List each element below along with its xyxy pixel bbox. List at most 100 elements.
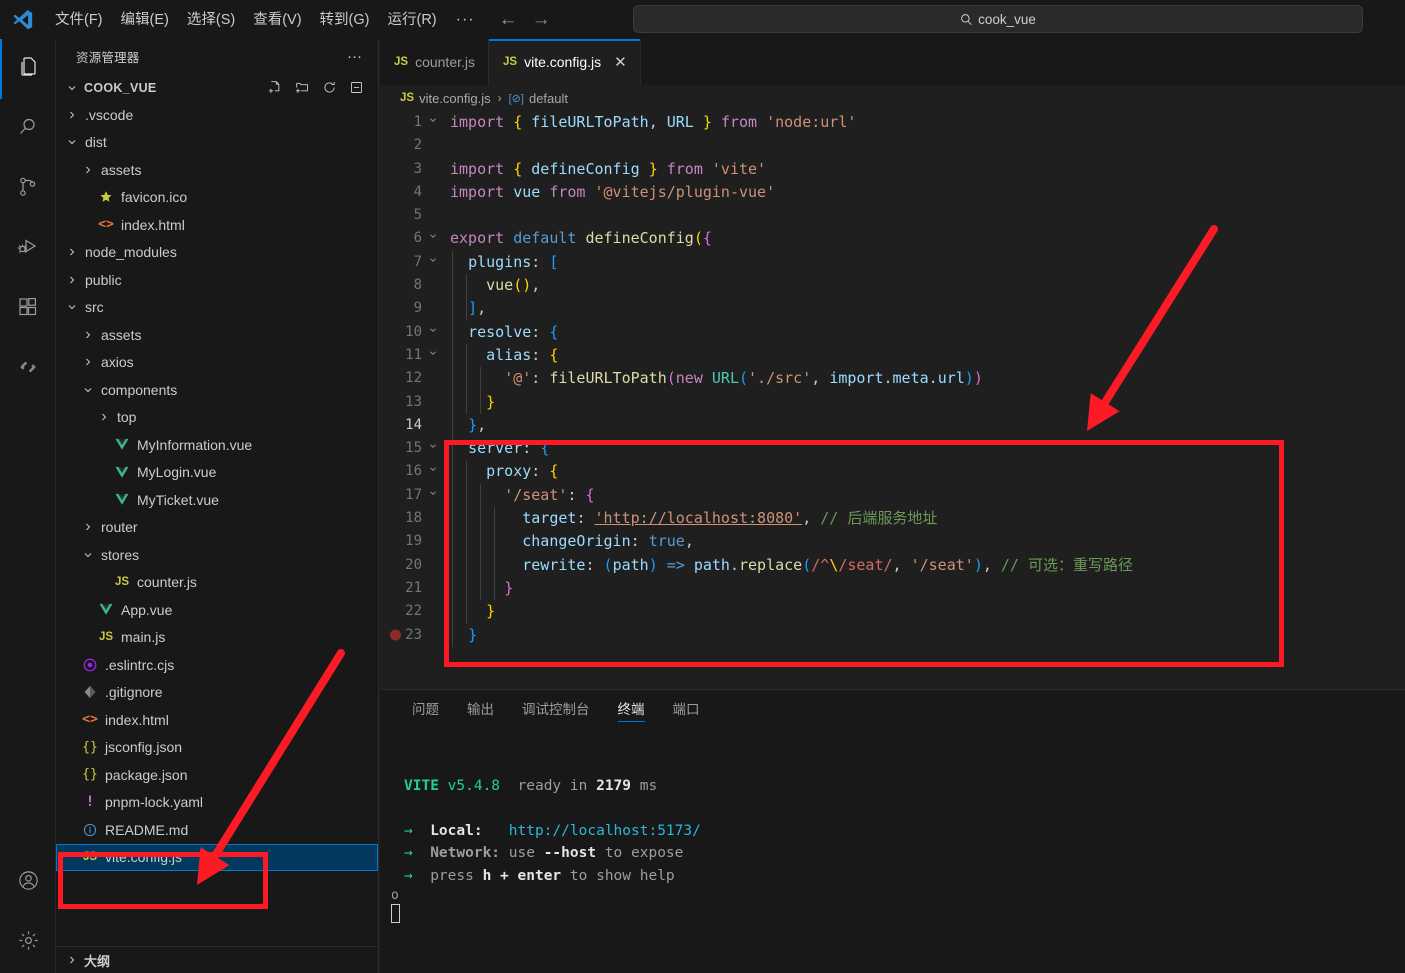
tree-item-favicon-ico[interactable]: favicon.ico: [56, 184, 378, 212]
local-url[interactable]: http://localhost:5173/: [509, 823, 701, 839]
code-line-21[interactable]: 21 }: [380, 577, 1405, 600]
panel-tab-bar[interactable]: 问题 输出 调试控制台 终端 端口: [380, 690, 1405, 725]
chevron-right-icon[interactable]: [80, 356, 96, 368]
tree-item-readme-md[interactable]: README.md: [56, 816, 378, 844]
tree-item-index-html[interactable]: <> index.html: [56, 706, 378, 734]
collapse-all-icon[interactable]: [349, 80, 364, 95]
chevron-right-icon[interactable]: [64, 954, 80, 966]
fold-chevron-down-icon[interactable]: [422, 437, 444, 460]
menu-selection[interactable]: 选择(S): [178, 7, 244, 33]
new-file-icon[interactable]: [268, 80, 283, 95]
tab-counter-js[interactable]: JS counter.js: [380, 39, 490, 85]
fold-chevron-down-icon[interactable]: [422, 344, 444, 367]
file-tree[interactable]: .vscode dist assets favicon.ico <> index.html…: [56, 101, 378, 871]
terminal-prompt[interactable]: o: [391, 887, 1405, 924]
tree-item-top[interactable]: top: [56, 404, 378, 432]
tree-item-components[interactable]: components: [56, 376, 378, 404]
code-line-10[interactable]: 10 resolve: {: [380, 321, 1405, 344]
chevron-down-icon[interactable]: [64, 301, 80, 313]
fold-chevron-down-icon[interactable]: [422, 460, 444, 483]
chevron-right-icon[interactable]: [64, 109, 80, 121]
chevron-right-icon[interactable]: [64, 274, 80, 286]
chevron-down-icon[interactable]: [64, 136, 80, 148]
tree-item-myinformation-vue[interactable]: MyInformation.vue: [56, 431, 378, 459]
chevron-down-icon[interactable]: [80, 384, 96, 396]
tree-item-stores[interactable]: stores: [56, 541, 378, 569]
activitybar-item-source-control[interactable]: [0, 159, 56, 219]
chevron-down-icon[interactable]: [64, 82, 80, 94]
code-line-6[interactable]: 6 export default defineConfig({: [380, 227, 1405, 250]
go-back-icon[interactable]: ←: [499, 10, 518, 29]
workspace-root-row[interactable]: COOK_VUE: [56, 74, 378, 101]
tab-vite-config-js[interactable]: JS vite.config.js ✕: [489, 39, 641, 85]
code-line-15[interactable]: 15 server: {: [380, 437, 1405, 460]
tree-item-router[interactable]: router: [56, 514, 378, 542]
activitybar-item-run-and-debug[interactable]: [0, 219, 56, 279]
code-line-11[interactable]: 11 alias: {: [380, 344, 1405, 367]
tree-item-mylogin-vue[interactable]: MyLogin.vue: [56, 459, 378, 487]
code-editor[interactable]: 1 import { fileURLToPath, URL } from 'nod…: [380, 111, 1405, 689]
activitybar-item-explorer[interactable]: [0, 39, 56, 99]
code-line-5[interactable]: 5: [380, 204, 1405, 227]
code-line-3[interactable]: 3 import { defineConfig } from 'vite': [380, 158, 1405, 181]
menu-overflow-button[interactable]: ···: [446, 11, 485, 27]
menu-view[interactable]: 查看(V): [244, 7, 310, 33]
code-line-18[interactable]: 18 target: 'http://localhost:8080', // 后…: [380, 507, 1405, 530]
panel-tab-debug-console[interactable]: 调试控制台: [508, 690, 604, 725]
code-line-2[interactable]: 2: [380, 134, 1405, 157]
tree-item-jsconfig-json[interactable]: {} jsconfig.json: [56, 734, 378, 762]
code-line-4[interactable]: 4 import vue from '@vitejs/plugin-vue': [380, 181, 1405, 204]
tree-item-public[interactable]: public: [56, 266, 378, 294]
code-line-19[interactable]: 19 changeOrigin: true,: [380, 530, 1405, 553]
tree-item-myticket-vue[interactable]: MyTicket.vue: [56, 486, 378, 514]
tree-item-pnpm-lock-yaml[interactable]: ! pnpm-lock.yaml: [56, 789, 378, 817]
tree-item-axios[interactable]: axios: [56, 349, 378, 377]
activitybar-item-vue-devtools[interactable]: [0, 339, 56, 399]
tree-item-src[interactable]: src: [56, 294, 378, 322]
breadcrumb-file[interactable]: vite.config.js: [419, 91, 491, 106]
tree-item--eslintrc-cjs[interactable]: .eslintrc.cjs: [56, 651, 378, 679]
code-line-16[interactable]: 16 proxy: {: [380, 460, 1405, 483]
code-line-8[interactable]: 8 vue(),: [380, 274, 1405, 297]
refresh-icon[interactable]: [322, 80, 337, 95]
fold-chevron-down-icon[interactable]: [422, 484, 444, 507]
tree-item-counter-js[interactable]: JS counter.js: [56, 569, 378, 597]
tree-item-package-json[interactable]: {} package.json: [56, 761, 378, 789]
tree-item--vscode[interactable]: .vscode: [56, 101, 378, 129]
panel-tab-terminal[interactable]: 终端: [604, 690, 659, 725]
breadcrumb[interactable]: JS vite.config.js › [⊘] default: [380, 85, 1405, 111]
new-folder-icon[interactable]: [295, 80, 310, 95]
menu-file[interactable]: 文件(F): [46, 7, 112, 33]
chevron-right-icon[interactable]: [96, 411, 112, 423]
panel-tab-output[interactable]: 输出: [453, 690, 508, 725]
tree-item-index-html[interactable]: <> index.html: [56, 211, 378, 239]
outline-header[interactable]: 大纲: [56, 946, 379, 973]
fold-chevron-down-icon[interactable]: [422, 251, 444, 274]
code-line-12[interactable]: 12 '@': fileURLToPath(new URL('./src', i…: [380, 367, 1405, 390]
menu-bar[interactable]: 文件(F) 编辑(E) 选择(S) 查看(V) 转到(G) 运行(R) ···: [46, 0, 485, 39]
chevron-down-icon[interactable]: [80, 549, 96, 561]
tree-item--gitignore[interactable]: .gitignore: [56, 679, 378, 707]
code-line-17[interactable]: 17 '/seat': {: [380, 484, 1405, 507]
command-center-search[interactable]: cook_vue: [633, 5, 1363, 33]
chevron-right-icon[interactable]: [80, 164, 96, 176]
terminal-output[interactable]: VITE v5.4.8 ready in 2179 ms → Local: ht…: [380, 725, 1405, 924]
chevron-right-icon[interactable]: [80, 521, 96, 533]
explorer-more-actions-button[interactable]: ···: [337, 49, 372, 64]
menu-go[interactable]: 转到(G): [311, 7, 379, 33]
activitybar-item-accounts[interactable]: [0, 853, 56, 913]
fold-chevron-down-icon[interactable]: [422, 111, 444, 134]
breakpoint-icon[interactable]: [390, 629, 401, 641]
fold-chevron-down-icon[interactable]: [422, 227, 444, 250]
fold-chevron-down-icon[interactable]: [422, 321, 444, 344]
code-line-9[interactable]: 9 ],: [380, 297, 1405, 320]
tree-item-dist[interactable]: dist: [56, 129, 378, 157]
menu-edit[interactable]: 编辑(E): [112, 7, 178, 33]
tree-item-vite-config-js[interactable]: JS vite.config.js: [56, 843, 378, 871]
panel-tab-problems[interactable]: 问题: [398, 690, 453, 725]
navigation-controls[interactable]: ← →: [499, 10, 551, 29]
explorer-actions[interactable]: [268, 80, 372, 95]
code-line-14[interactable]: 14 },: [380, 414, 1405, 437]
tree-item-assets[interactable]: assets: [56, 156, 378, 184]
code-line-23[interactable]: 23 }: [380, 624, 1405, 647]
